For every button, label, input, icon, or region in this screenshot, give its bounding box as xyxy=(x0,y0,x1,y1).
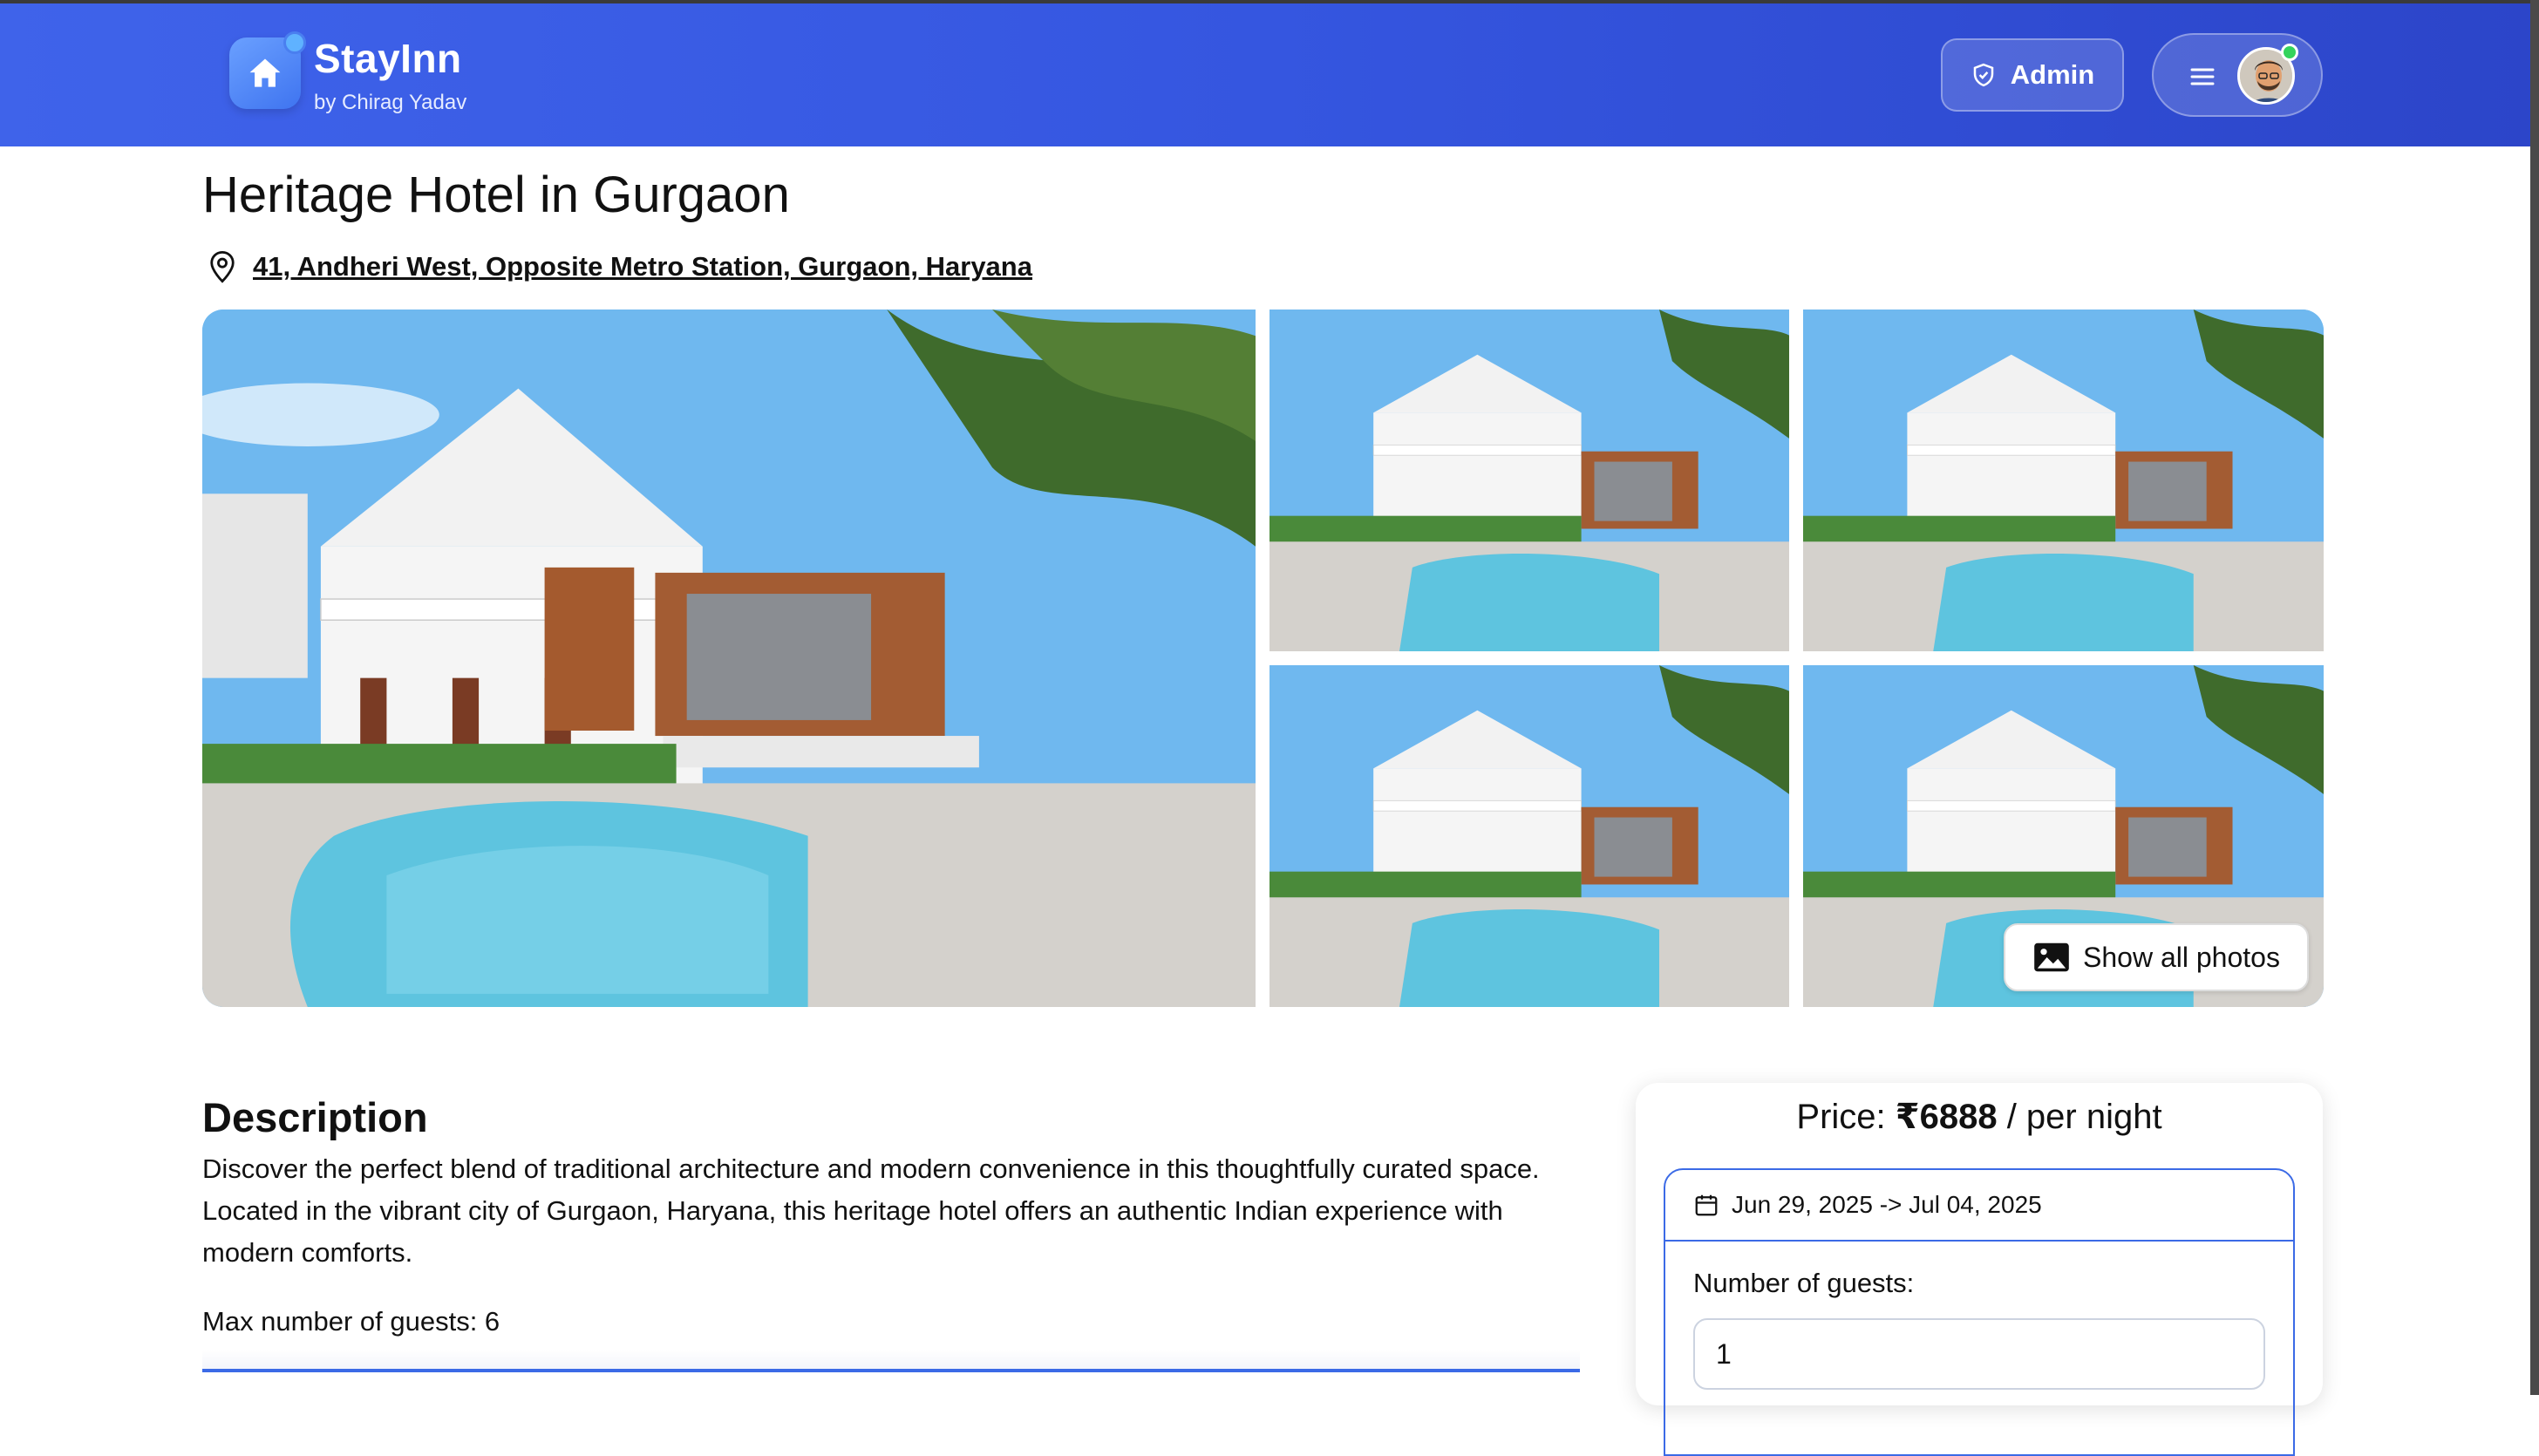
admin-label: Admin xyxy=(2010,59,2095,90)
shield-icon xyxy=(1973,63,1994,87)
guests-input[interactable] xyxy=(1693,1318,2265,1390)
date-range-text: Jun 29, 2025 -> Jul 04, 2025 xyxy=(1732,1191,2042,1218)
max-guests-text: Max number of guests: 6 xyxy=(202,1306,500,1337)
gallery-photo-3[interactable] xyxy=(1803,310,2324,651)
description-text: Discover the perfect blend of traditiona… xyxy=(202,1153,1540,1268)
logo-badge-dot xyxy=(283,31,306,54)
price-line: Price: ₹6888 / per night xyxy=(1636,1097,2323,1137)
guests-label: Number of guests: xyxy=(1693,1268,1915,1298)
price-suffix: / per night xyxy=(1997,1098,2162,1136)
window-right-edge xyxy=(2530,0,2539,1395)
section-divider xyxy=(202,1369,1580,1372)
booking-form: Jun 29, 2025 -> Jul 04, 2025 Number of g… xyxy=(1664,1168,2295,1456)
hotel-photo-image xyxy=(1270,310,1789,651)
calendar-icon xyxy=(1695,1194,1718,1216)
address-row: 41, Andheri West, Opposite Metro Station… xyxy=(204,248,1032,286)
section-divider-shadow xyxy=(202,1350,1580,1369)
online-status-dot xyxy=(2281,44,2298,61)
show-all-photos-label: Show all photos xyxy=(2083,941,2280,973)
description-heading: Description xyxy=(202,1094,428,1140)
show-all-photos-button[interactable]: Show all photos xyxy=(2004,923,2309,991)
price-prefix: Price: xyxy=(1796,1098,1896,1136)
hotel-photo-image xyxy=(1803,310,2324,651)
location-pin-icon xyxy=(210,250,235,283)
photo-gallery xyxy=(202,310,2324,1007)
date-range-picker[interactable]: Jun 29, 2025 -> Jul 04, 2025 xyxy=(1665,1170,2293,1242)
gallery-photo-2[interactable] xyxy=(1270,310,1789,651)
hotel-photo-image xyxy=(202,310,1256,1007)
gallery-photo-4[interactable] xyxy=(1270,665,1789,1007)
page-title: Heritage Hotel in Gurgaon xyxy=(202,167,790,223)
address-link[interactable]: 41, Andheri West, Opposite Metro Station… xyxy=(253,251,1032,282)
user-menu-button[interactable] xyxy=(2152,33,2323,117)
booking-widget: Price: ₹6888 / per night Jun 29, 2025 ->… xyxy=(1636,1083,2323,1456)
admin-button[interactable]: Admin xyxy=(1941,38,2124,112)
photos-icon xyxy=(2034,942,2069,972)
brand-name[interactable]: StayInn xyxy=(314,35,462,82)
hotel-photo-image xyxy=(1270,665,1789,1007)
main-photo[interactable] xyxy=(202,310,1256,1007)
brand-byline: by Chirag Yadav xyxy=(314,91,467,114)
menu-icon xyxy=(2190,68,2215,85)
home-icon xyxy=(249,58,281,87)
price-value: ₹6888 xyxy=(1895,1098,1998,1136)
